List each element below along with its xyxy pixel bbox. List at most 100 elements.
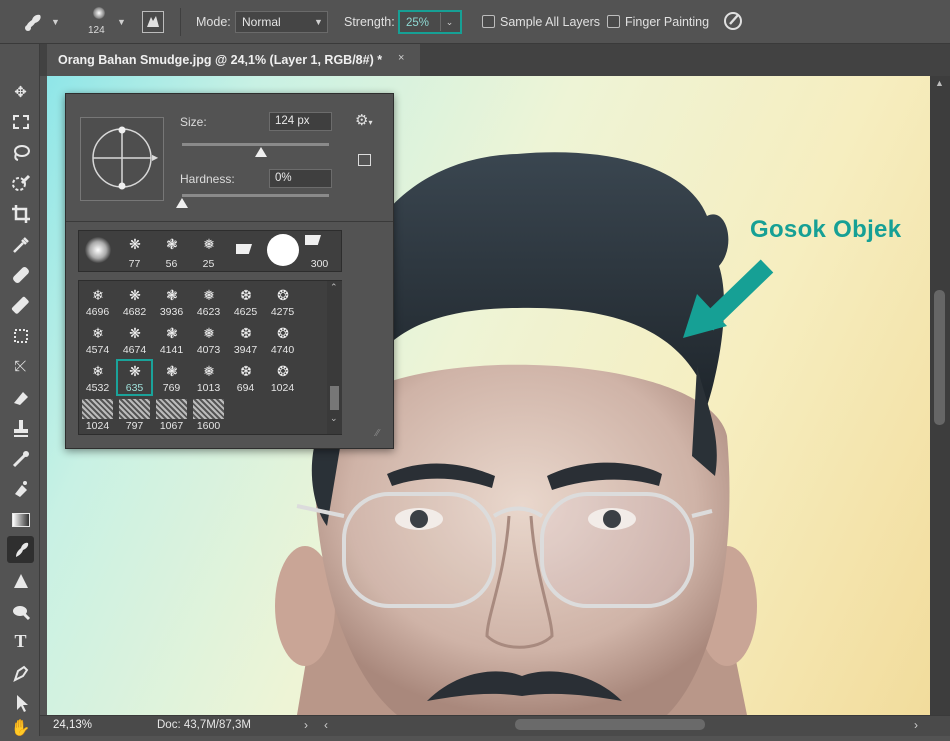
brush-size-label: 77 xyxy=(128,258,141,270)
brush-preset-item[interactable]: ❅ 4623 xyxy=(190,283,227,320)
strength-field[interactable]: 25% ⌄ xyxy=(398,10,462,34)
chevron-right-icon[interactable]: › xyxy=(914,718,918,732)
marquee-tool-icon[interactable] xyxy=(7,108,34,135)
type-tool-icon[interactable]: T xyxy=(7,628,34,655)
size-slider-thumb[interactable] xyxy=(255,147,268,157)
eyedropper-tool-icon[interactable] xyxy=(7,231,34,258)
recent-brush-item[interactable] xyxy=(79,232,116,269)
grid-scroll-thumb[interactable] xyxy=(330,386,339,410)
finger-painting-label[interactable]: Finger Painting xyxy=(625,15,709,29)
art-history-brush-icon[interactable] xyxy=(7,445,34,472)
size-slider[interactable] xyxy=(182,143,329,146)
brush-preset-item[interactable]: ❃ 3936 xyxy=(153,283,190,320)
brush-preset-item[interactable]: 1600 xyxy=(190,397,227,434)
brush-preset-grid: ⌃ ⌄ ❄ 4696 ❋ 4682 ❃ 3936 ❅ 4623 ❆ 4625 ❂ 4275 ❄ 4574 ❋… xyxy=(78,280,342,435)
brush-preset-item[interactable]: ❅ 4073 xyxy=(190,321,227,358)
finger-painting-checkbox[interactable] xyxy=(607,15,620,28)
brush-preset-selected[interactable]: ❋ 635 xyxy=(116,359,153,396)
hand-tool-icon[interactable]: ✋ xyxy=(7,714,34,741)
chevron-down-icon: ▼ xyxy=(314,17,323,27)
brush-size-label: 4623 xyxy=(196,306,221,318)
chevron-up-icon[interactable]: ⌃ xyxy=(330,282,338,293)
brush-preset-item[interactable]: ❅ 1013 xyxy=(190,359,227,396)
chevron-left-icon[interactable]: ‹ xyxy=(324,718,328,732)
document-tab[interactable]: Orang Bahan Smudge.jpg @ 24,1% (Layer 1,… xyxy=(47,44,420,76)
sharpen-tool-icon[interactable] xyxy=(7,567,34,594)
brush-size-label: 4574 xyxy=(85,344,110,356)
smudge-tool-preset-icon[interactable] xyxy=(20,10,46,34)
gradient-tool-icon[interactable] xyxy=(7,506,34,533)
move-tool-icon[interactable]: ✥ xyxy=(7,78,34,105)
brush-preset-item[interactable]: 797 xyxy=(116,397,153,434)
recent-brush-item[interactable]: ❃ 56 xyxy=(153,232,190,270)
new-preset-icon[interactable] xyxy=(358,154,371,166)
recent-brush-item[interactable]: 300 xyxy=(301,232,338,270)
strength-label: Strength: xyxy=(344,15,395,29)
brush-preset-item[interactable]: ❄ 4574 xyxy=(79,321,116,358)
vertical-scroll-thumb[interactable] xyxy=(934,290,945,425)
hardness-slider-thumb[interactable] xyxy=(176,198,188,208)
chevron-right-icon[interactable]: › xyxy=(304,718,308,732)
brush-preset-item[interactable]: ❄ 4532 xyxy=(79,359,116,396)
recent-brushes: ❋ 77 ❃ 56 ❅ 25 300 xyxy=(78,230,342,272)
chevron-down-icon[interactable]: ⌄ xyxy=(330,413,338,424)
zoom-value[interactable]: 24,13% xyxy=(53,719,92,731)
gear-icon[interactable]: ⚙▾ xyxy=(355,111,372,129)
recent-brush-item[interactable]: ❋ 77 xyxy=(116,232,153,270)
path-selection-tool-icon[interactable] xyxy=(7,689,34,716)
brush-settings-icon[interactable] xyxy=(142,11,164,33)
chevron-down-icon[interactable]: ▼ xyxy=(51,17,60,27)
smudge-tool-icon[interactable] xyxy=(7,536,34,563)
pen-tool-icon[interactable] xyxy=(7,659,34,686)
recent-brush-item[interactable] xyxy=(264,232,301,269)
chevron-up-icon[interactable]: ▲ xyxy=(935,78,944,88)
resize-grip-icon[interactable]: ∕∕ xyxy=(376,428,379,439)
stamp-tool-icon[interactable] xyxy=(7,414,34,441)
brush-preset-item[interactable]: ❆ 4625 xyxy=(227,283,264,320)
sample-all-layers-label[interactable]: Sample All Layers xyxy=(500,15,600,29)
hardness-input[interactable]: 0% xyxy=(269,169,332,188)
brush-preset-item[interactable]: ❂ 4275 xyxy=(264,283,301,320)
background-eraser-icon[interactable] xyxy=(7,475,34,502)
brush-preset-item[interactable]: ❃ 4141 xyxy=(153,321,190,358)
brush-preset-item[interactable]: ❃ 769 xyxy=(153,359,190,396)
brush-preset-item[interactable]: ❂ 1024 xyxy=(264,359,301,396)
recent-brush-item[interactable] xyxy=(227,232,264,269)
hardness-slider[interactable] xyxy=(182,194,329,197)
quick-selection-tool-icon[interactable] xyxy=(7,170,34,197)
pressure-icon[interactable] xyxy=(722,10,744,32)
brush-preset-item[interactable]: ❄ 4696 xyxy=(79,283,116,320)
clone-stamp-tool-icon[interactable] xyxy=(7,322,34,349)
brush-preset-item[interactable]: ❆ 3947 xyxy=(227,321,264,358)
healing-brush-tool-icon[interactable] xyxy=(7,261,34,288)
brush-preset-item[interactable]: ❂ 4740 xyxy=(264,321,301,358)
chevron-down-icon[interactable]: ⌄ xyxy=(440,13,458,31)
dodge-tool-icon[interactable] xyxy=(7,598,34,625)
brush-preset-item[interactable]: 1024 xyxy=(79,397,116,434)
grid-scrollbar[interactable]: ⌃ ⌄ xyxy=(327,281,342,434)
brush-preset-item[interactable]: 1067 xyxy=(153,397,190,434)
brush-tip-icon: ❋ xyxy=(129,363,141,379)
size-input[interactable]: 124 px xyxy=(269,112,332,131)
brush-preset-item[interactable]: ❆ 694 xyxy=(227,359,264,396)
recent-brush-item[interactable]: ❅ 25 xyxy=(190,232,227,270)
brush-size-preview[interactable]: 124 xyxy=(84,4,114,40)
lasso-tool-icon[interactable] xyxy=(7,139,34,166)
brush-size-label: 1600 xyxy=(196,420,221,432)
brush-tip-icon: ❅ xyxy=(203,325,215,341)
history-brush-tool-icon[interactable]: ⤪ xyxy=(7,353,34,380)
sample-all-layers-checkbox[interactable] xyxy=(482,15,495,28)
brush-preset-item[interactable]: ❋ 4682 xyxy=(116,283,153,320)
close-tab-icon[interactable]: × xyxy=(398,52,404,64)
preview-arrow-icon[interactable]: ▶ xyxy=(152,153,158,162)
chevron-down-icon[interactable]: ▼ xyxy=(117,17,126,27)
brush-tip-icon: ❃ xyxy=(166,325,178,341)
horizontal-scroll-thumb[interactable] xyxy=(515,719,705,730)
crop-tool-icon[interactable] xyxy=(7,200,34,227)
eraser-tool-icon[interactable] xyxy=(7,384,34,411)
brush-preset-item[interactable]: ❋ 4674 xyxy=(116,321,153,358)
hardness-value: 0% xyxy=(275,172,292,184)
brush-tip-icon: ❃ xyxy=(166,287,178,303)
brush-tool-icon[interactable] xyxy=(7,292,34,319)
mode-select[interactable]: Normal ▼ xyxy=(235,11,328,33)
